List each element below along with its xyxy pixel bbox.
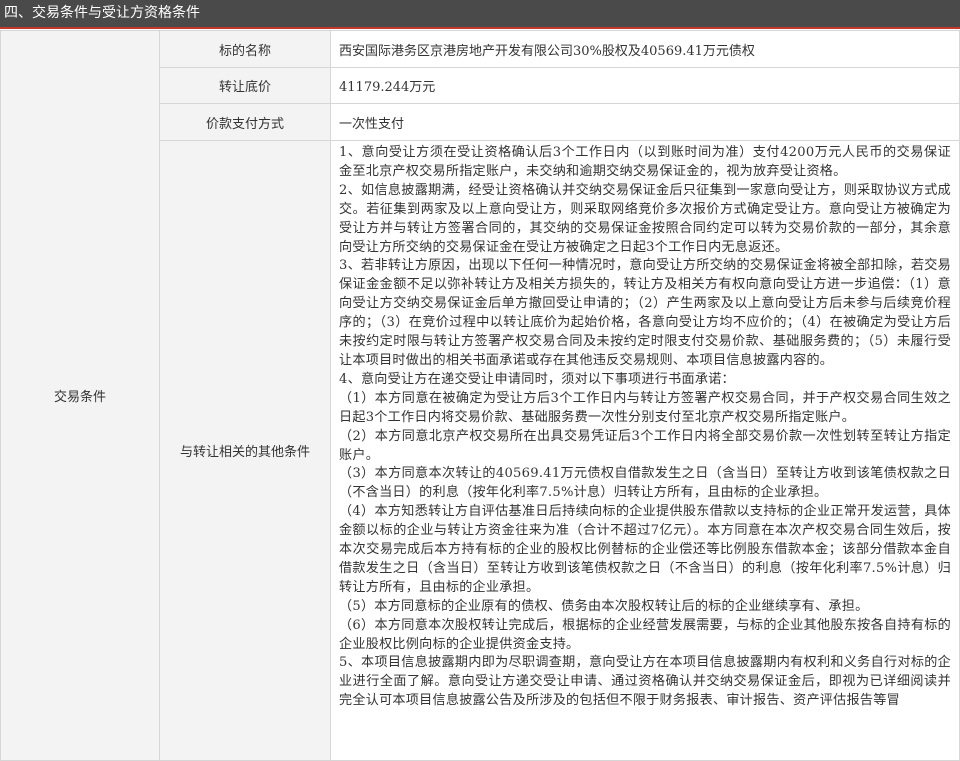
subject-name-value: 西安国际港务区京港房地产开发有限公司30%股权及40569.41万元债权: [339, 43, 755, 59]
condition-paragraph: （3）本方同意本次转让的40569.41万元债权自借款发生之日（含当日）至转让方…: [339, 466, 951, 501]
reserve-price-value: 41179.244万元: [339, 80, 436, 95]
row-label: 转让底价: [218, 80, 271, 95]
condition-paragraph: （6）本方同意本次股权转让完成后，根据标的企业经营发展需要，与标的企业其他股东按…: [339, 617, 951, 652]
section-header: 四、交易条件与受让方资格条件: [0, 0, 960, 29]
condition-paragraph: （5）本方同意标的企业原有的债权、债务由本次股权转让后的标的企业继续享有、承担。: [339, 598, 869, 614]
other-conditions-cell: 1、意向受让方须在受让资格确认后3个工作日内（以到账时间为准）支付4200万元人…: [330, 140, 960, 761]
row-value-cell: 西安国际港务区京港房地产开发有限公司30%股权及40569.41万元债权: [330, 30, 960, 68]
row-label-cell: 标的名称: [159, 30, 331, 68]
payment-method-value: 一次性支付: [339, 116, 405, 132]
condition-paragraph: 1、意向受让方须在受让资格确认后3个工作日内（以到账时间为准）支付4200万元人…: [339, 145, 951, 179]
row-label-cell: 价款支付方式: [159, 103, 331, 141]
condition-paragraph: （2）本方同意北京产权交易所在出具交易凭证后3个工作日内将全部交易价款一次性划转…: [339, 428, 951, 463]
row-label: 价款支付方式: [205, 116, 284, 132]
condition-paragraph: 4、意向受让方在递交受让申请同时，须对以下事项进行书面承诺：: [339, 371, 735, 387]
row-label: 与转让相关的其他条件: [179, 445, 310, 460]
row-label: 标的名称: [218, 43, 271, 59]
row-label-cell: 转让底价: [159, 67, 331, 104]
transaction-conditions-table: 交易条件 标的名称 西安国际港务区京港房地产开发有限公司30%股权及40569.…: [0, 30, 960, 761]
condition-paragraph: （1）本方同意在被确定为受让方后3个工作日内与转让方签署产权交易合同，并于产权交…: [339, 390, 951, 425]
row-label-cell: 与转让相关的其他条件: [159, 140, 331, 761]
section-title: 四、交易条件与受让方资格条件: [4, 5, 200, 21]
condition-paragraph: 3、若非转让方原因，出现以下任何一种情况时，意向受让方所交纳的交易保证金将被全部…: [339, 258, 951, 368]
table-row: 交易条件 标的名称 西安国际港务区京港房地产开发有限公司30%股权及40569.…: [0, 30, 960, 761]
row-value-cell: 一次性支付: [330, 103, 960, 141]
condition-paragraph: 2、如信息披露期满，经受让资格确认并交纳交易保证金后只征集到一家意向受让方，则采…: [339, 182, 951, 255]
group-label-cell: 交易条件: [0, 30, 160, 761]
condition-paragraph: 5、本项目信息披露期内即为尽职调查期，意向受让方在本项目信息披露期内有权利和义务…: [339, 655, 951, 709]
group-label: 交易条件: [53, 390, 106, 405]
condition-paragraph: （4）本方知悉转让方自评估基准日后持续向标的企业提供股东借款以支持标的企业正常开…: [339, 504, 951, 595]
row-value-cell: 41179.244万元: [330, 67, 960, 104]
